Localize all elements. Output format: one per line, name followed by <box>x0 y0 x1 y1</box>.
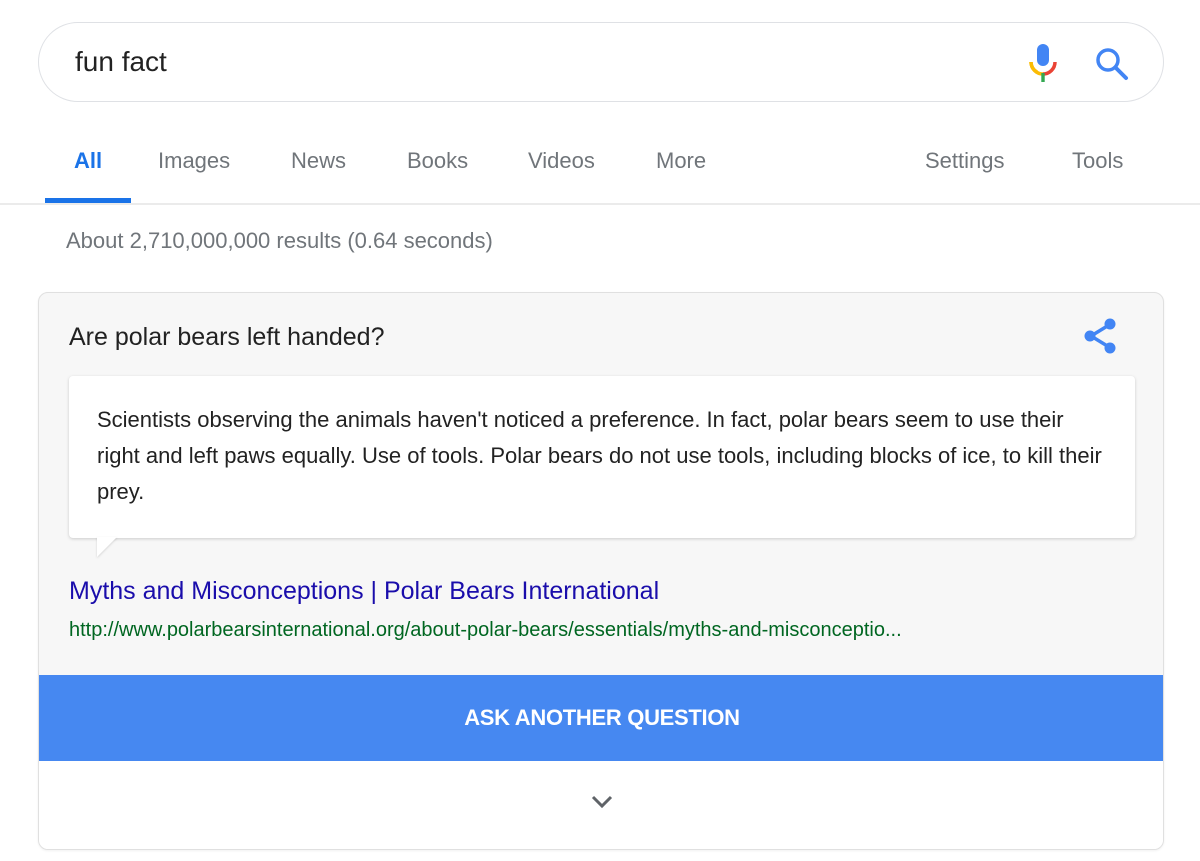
search-tabs: All Images News Books Videos More Settin… <box>0 130 1200 205</box>
featured-snippet-card: Are polar bears left handed? Scientists … <box>38 292 1164 850</box>
chevron-down-icon <box>591 795 613 809</box>
tab-more-label: More <box>656 148 707 173</box>
tab-tools[interactable]: Tools <box>1072 148 1123 203</box>
tab-news[interactable]: News <box>291 148 346 203</box>
search-icon[interactable] <box>1093 45 1131 83</box>
microphone-icon[interactable] <box>1027 42 1059 84</box>
tab-settings-label: Settings <box>925 148 1005 173</box>
tab-tools-label: Tools <box>1072 148 1124 173</box>
speech-bubble-tail <box>97 537 117 557</box>
source-link[interactable]: Myths and Misconceptions | Polar Bears I… <box>69 577 659 606</box>
answer-box: Scientists observing the animals haven't… <box>69 376 1135 557</box>
search-box[interactable] <box>38 22 1164 102</box>
tab-all-label: All <box>74 148 103 173</box>
tab-images[interactable]: Images <box>158 148 230 203</box>
tab-all[interactable]: All <box>45 148 132 203</box>
share-icon[interactable] <box>1079 315 1123 359</box>
tab-more[interactable]: More <box>656 148 706 203</box>
source-url: http://www.polarbearsinternational.org/a… <box>69 619 902 641</box>
tab-news-label: News <box>291 148 347 173</box>
tab-books-label: Books <box>407 148 469 173</box>
expand-button[interactable] <box>39 761 1163 849</box>
tab-images-label: Images <box>158 148 231 173</box>
tab-videos-label: Videos <box>528 148 595 173</box>
tab-videos[interactable]: Videos <box>528 148 595 203</box>
ask-another-question-button[interactable]: ASK ANOTHER QUESTION <box>39 675 1163 761</box>
result-stats: About 2,710,000,000 results (0.64 second… <box>66 228 493 253</box>
tab-settings[interactable]: Settings <box>925 148 1005 203</box>
active-tab-indicator <box>45 198 132 203</box>
tab-books[interactable]: Books <box>407 148 468 203</box>
answer-text: Scientists observing the animals haven't… <box>97 407 1102 504</box>
question-heading: Are polar bears left handed? <box>69 323 385 351</box>
search-input[interactable] <box>75 23 975 101</box>
